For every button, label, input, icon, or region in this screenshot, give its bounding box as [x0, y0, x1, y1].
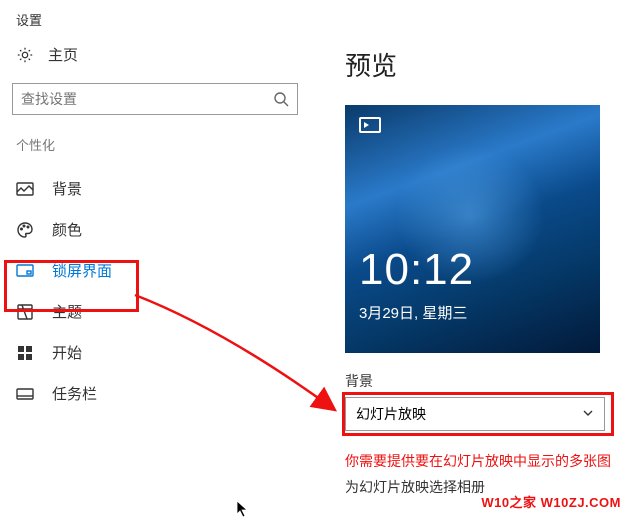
sidebar-item-themes[interactable]: 主题	[0, 291, 310, 332]
sidebar-item-lockscreen[interactable]: 锁屏界面	[0, 250, 310, 291]
home-label: 主页	[48, 44, 78, 65]
mouse-cursor	[236, 500, 250, 518]
warning-text: 你需要提供要在幻灯片放映中显示的多张图	[345, 451, 621, 471]
home-button[interactable]: 主页	[0, 36, 310, 83]
background-dropdown[interactable]: 幻灯片放映	[345, 397, 605, 431]
main-content: 预览 10:12 3月29日, 星期三 背景 幻灯片放映 你需要提供要在幻灯片放…	[345, 46, 621, 497]
sidebar-item-label: 主题	[52, 301, 82, 322]
lockscreen-icon	[16, 262, 34, 280]
background-label: 背景	[345, 371, 621, 391]
sidebar-item-label: 颜色	[52, 219, 82, 240]
sidebar-item-label: 背景	[52, 178, 82, 199]
section-label: 个性化	[0, 129, 310, 168]
picture-icon	[16, 180, 34, 198]
sidebar: 主页 个性化 背景 颜色 锁屏界面 主题 开始	[0, 36, 310, 414]
start-icon	[16, 344, 34, 362]
window-title: 设置	[0, 0, 629, 35]
gear-icon	[16, 46, 34, 64]
palette-icon	[16, 221, 34, 239]
dropdown-value: 幻灯片放映	[356, 404, 426, 424]
theme-icon	[16, 303, 34, 321]
taskbar-icon	[16, 385, 34, 403]
sidebar-item-label: 任务栏	[52, 383, 97, 404]
preview-date: 3月29日, 星期三	[359, 302, 467, 323]
monitor-icon	[359, 117, 381, 133]
chevron-down-icon	[582, 406, 594, 422]
sidebar-item-background[interactable]: 背景	[0, 168, 310, 209]
lockscreen-preview: 10:12 3月29日, 星期三	[345, 105, 600, 353]
sidebar-item-start[interactable]: 开始	[0, 332, 310, 373]
search-icon	[273, 91, 289, 107]
preview-heading: 预览	[345, 46, 621, 83]
search-field[interactable]	[21, 91, 273, 107]
search-input[interactable]	[12, 83, 298, 115]
sidebar-item-label: 开始	[52, 342, 82, 363]
preview-clock: 10:12	[359, 245, 474, 295]
sidebar-item-label: 锁屏界面	[52, 260, 112, 281]
sidebar-item-taskbar[interactable]: 任务栏	[0, 373, 310, 414]
sidebar-item-colors[interactable]: 颜色	[0, 209, 310, 250]
watermark: W10之家 W10ZJ.COM	[481, 492, 621, 511]
